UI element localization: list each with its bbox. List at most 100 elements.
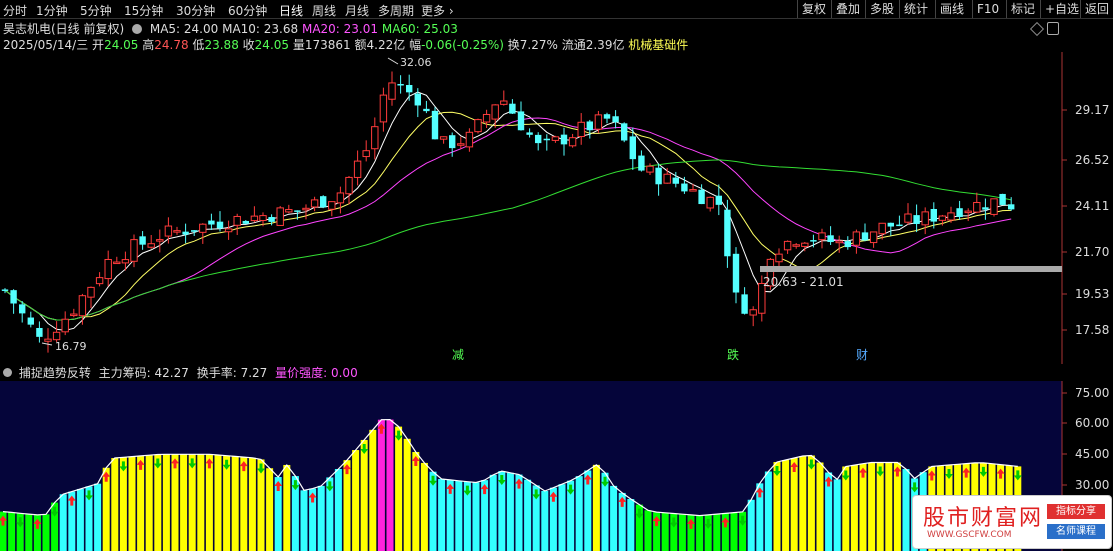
- candle-body: [724, 209, 731, 257]
- indicator-bar: [730, 512, 738, 551]
- indicator-bar: [334, 468, 342, 551]
- tab-more[interactable]: 更多 ›: [421, 2, 454, 19]
- indicator-bar: [833, 479, 841, 551]
- watermark-logo: 股市财富网 WWW.GSCFW.COM 指标分享 名师课程: [912, 495, 1112, 549]
- candle-body: [294, 210, 301, 212]
- indicator-bar: [300, 490, 308, 551]
- event-marker-reduce[interactable]: 减: [452, 348, 464, 362]
- tab-5min[interactable]: 5分钟: [80, 2, 112, 19]
- candle-body: [336, 192, 345, 204]
- indicator-bar: [231, 456, 239, 551]
- indicator-tick-label: 60.00: [1075, 416, 1109, 430]
- price-tick-label: 19.53: [1075, 287, 1109, 301]
- candle-body: [19, 304, 26, 314]
- candle-body: [655, 167, 662, 185]
- candle-body: [491, 104, 499, 120]
- indicator-bar: [782, 460, 790, 551]
- candle-body: [61, 318, 69, 333]
- tab-daily[interactable]: 日线: [279, 2, 303, 19]
- add-watchlist-button[interactable]: +自选: [1040, 0, 1083, 18]
- settings-icon[interactable]: [132, 24, 143, 34]
- mark-button[interactable]: 标记: [1006, 0, 1039, 18]
- open-value: 24.05: [104, 38, 139, 52]
- chip-value: 主力筹码: 42.27: [98, 366, 189, 380]
- candle-body: [749, 309, 757, 316]
- indicator-bar: [420, 462, 428, 551]
- indicator-bar: [145, 455, 153, 551]
- candle-body: [95, 277, 104, 285]
- candle-body: [930, 208, 937, 222]
- chevron-down-icon[interactable]: [3, 368, 12, 377]
- tab-weekly[interactable]: 周线: [312, 2, 336, 19]
- candle-body: [638, 155, 645, 171]
- indicator-name[interactable]: 捕捉趋势反转: [19, 366, 91, 380]
- candlestick-chart[interactable]: 29.17 26.52 24.11 21.70 19.53 17.58 20.63 - 2…: [0, 52, 1113, 364]
- indicator-bar: [696, 515, 704, 551]
- event-marker-drop[interactable]: 跌: [727, 347, 739, 362]
- candle-body: [431, 110, 439, 140]
- candle-body: [621, 123, 628, 141]
- draw-button[interactable]: 画线: [935, 0, 968, 18]
- indicator-bar: [506, 472, 514, 551]
- tab-timeshare[interactable]: 分时: [3, 2, 27, 19]
- ma5-line: [4, 91, 1012, 331]
- candle-body: [397, 83, 404, 86]
- back-button[interactable]: 返回: [1080, 0, 1113, 18]
- candle-body: [896, 224, 903, 227]
- tab-30min[interactable]: 30分钟: [176, 2, 215, 19]
- indicator-bar: [541, 491, 549, 551]
- indicator-bar: [438, 479, 446, 551]
- candle-body: [10, 290, 17, 304]
- window-toggle-icon[interactable]: [1047, 22, 1059, 35]
- tab-monthly[interactable]: 月线: [345, 2, 369, 19]
- indicator-bar: [807, 455, 815, 551]
- price-tick-label: 21.70: [1075, 245, 1109, 259]
- collapse-icon[interactable]: [1029, 21, 1045, 37]
- candle-body: [706, 196, 714, 209]
- indicator-bar: [764, 471, 772, 551]
- indicator-tick-label: 45.00: [1075, 447, 1109, 461]
- high-label: 高: [142, 38, 155, 52]
- indicator-bar: [713, 514, 721, 551]
- tab-60min[interactable]: 60分钟: [228, 2, 267, 19]
- candle-body: [36, 327, 43, 337]
- candle-body: [947, 212, 955, 221]
- high-mark-pointer: [387, 57, 399, 65]
- candle-body: [191, 230, 198, 232]
- candle-body: [439, 136, 448, 140]
- f10-button[interactable]: F10: [972, 0, 1003, 18]
- tab-multi-period[interactable]: 多周期: [378, 2, 414, 19]
- candle-body: [818, 232, 826, 241]
- indicator-bar: [240, 457, 248, 551]
- event-marker-finance[interactable]: 财: [856, 348, 868, 362]
- indicator-bar: [592, 464, 600, 551]
- candle-body: [302, 207, 310, 211]
- adjust-button[interactable]: 复权: [797, 0, 830, 18]
- candle-body: [379, 94, 388, 123]
- tab-1min[interactable]: 1分钟: [36, 2, 68, 19]
- stats-button[interactable]: 统计: [899, 0, 932, 18]
- indicator-bar: [412, 451, 420, 551]
- indicator-bar: [94, 483, 102, 551]
- candle-body: [577, 121, 585, 138]
- candle-body: [844, 241, 851, 248]
- candle-body: [612, 116, 619, 123]
- candle-body: [233, 215, 241, 226]
- candle-body: [913, 215, 920, 224]
- indicator-bar: [377, 419, 385, 551]
- candle-body: [741, 294, 748, 314]
- indicator-bar: [205, 454, 213, 551]
- indicator-bar: [180, 454, 188, 551]
- overlay-button[interactable]: 叠加: [831, 0, 864, 18]
- indicator-bar: [395, 426, 403, 551]
- candle-body: [904, 213, 912, 223]
- candle-body: [216, 221, 224, 229]
- multi-stock-button[interactable]: 多股: [865, 0, 898, 18]
- indicator-bar: [352, 450, 360, 551]
- indicator-bar: [455, 480, 463, 551]
- candle-body: [543, 138, 550, 141]
- candle-body: [362, 150, 370, 158]
- tab-15min[interactable]: 15分钟: [124, 2, 163, 19]
- indicator-bar: [489, 474, 497, 551]
- ma60-value: MA60: 25.03: [381, 22, 458, 36]
